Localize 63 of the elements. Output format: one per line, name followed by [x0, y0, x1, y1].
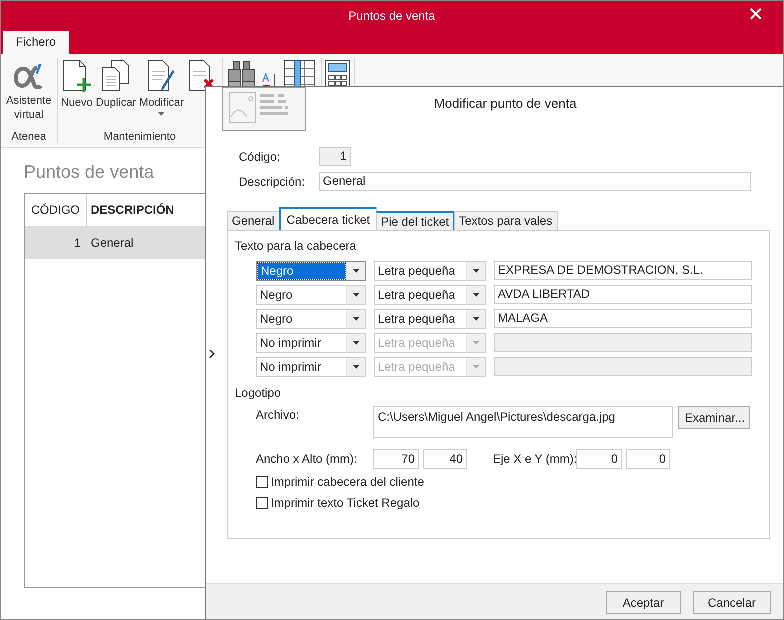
caret-icon — [472, 365, 480, 369]
table-cell-text: General — [90, 236, 134, 250]
dialog-title: Modificar punto de venta — [433, 96, 578, 113]
text-field[interactable]: EXPRESA DE DEMOSTRACION, S.L. — [494, 261, 752, 280]
ink-dropdown[interactable]: Negro — [256, 309, 366, 329]
group-label: Mantenimiento — [104, 131, 176, 143]
table-cell-text: 1 — [73, 236, 82, 250]
close-icon[interactable] — [749, 7, 763, 21]
section-label: Logotipo — [235, 386, 282, 402]
window-title: Puntos de venta — [348, 9, 436, 23]
checkbox-label: Imprimir cabecera del cliente — [271, 474, 424, 488]
caret-icon — [352, 269, 360, 273]
text-field[interactable] — [494, 357, 752, 376]
field-label: Archivo: — [256, 407, 300, 424]
checkbox[interactable] — [256, 496, 268, 508]
caret-icon — [352, 365, 360, 369]
height-field[interactable]: 40 — [423, 449, 467, 469]
ribbon-tab[interactable]: Fichero — [3, 30, 69, 54]
file-path-field[interactable]: C:\Users\Miguel Angel\Pictures\descarga.jpg — [373, 406, 673, 438]
dialog-button[interactable]: Cancelar — [693, 591, 771, 614]
chevron-icon[interactable] — [209, 350, 215, 358]
browse-button[interactable]: Examinar... — [678, 406, 750, 429]
caret-icon — [472, 269, 480, 273]
ribbon-button[interactable]: Duplicar — [96, 58, 136, 131]
size-dropdown[interactable]: Letra pequeña — [374, 309, 486, 329]
tab[interactable]: Cabecera ticket — [278, 207, 378, 230]
checkbox[interactable] — [256, 476, 268, 488]
tab[interactable]: General — [227, 211, 280, 230]
caret-icon — [352, 317, 360, 321]
group-label: Atenea — [12, 131, 46, 143]
x-field[interactable]: 0 — [576, 449, 622, 469]
text-field[interactable] — [494, 333, 752, 352]
size-dropdown[interactable]: Letra pequeña — [374, 285, 486, 305]
description-field[interactable]: General — [319, 172, 751, 191]
caret-icon — [472, 317, 480, 321]
checkbox-label: Imprimir texto Ticket Regalo — [271, 496, 420, 510]
field-label: Descripción: — [238, 174, 306, 188]
section-label: Texto para la cabecera — [235, 239, 358, 255]
field-label: Ancho x Alto (mm): — [256, 452, 358, 466]
ribbon-button[interactable]: Nuevo — [61, 58, 93, 131]
tab[interactable]: Pie del ticket — [376, 211, 456, 230]
ribbon-button[interactable]: Modificar — [139, 58, 184, 131]
duplicate-icon — [100, 60, 132, 94]
width-field[interactable]: 70 — [373, 449, 419, 469]
caret-icon — [472, 341, 480, 345]
ink-dropdown[interactable]: Negro — [256, 261, 366, 281]
caret-icon — [352, 341, 360, 345]
page-title: Puntos de venta — [24, 162, 154, 184]
code-field: 1 — [319, 147, 351, 166]
y-field[interactable]: 0 — [626, 449, 670, 469]
caret-icon — [352, 293, 360, 297]
text-field[interactable]: AVDA LIBERTAD — [494, 285, 752, 304]
dialog-button[interactable]: Aceptar — [606, 591, 681, 614]
new-document-icon — [61, 60, 93, 94]
field-label: Código: — [238, 150, 282, 164]
column-header[interactable]: DESCRIPCIÓN — [87, 203, 174, 217]
text-field[interactable]: MALAGA — [494, 309, 752, 328]
table-row[interactable]: 1 General — [25, 226, 205, 259]
tab[interactable]: Textos para vales — [454, 211, 558, 230]
caret-icon — [472, 293, 480, 297]
ribbon-button[interactable]: Asistente virtual — [4, 58, 54, 131]
size-dropdown[interactable]: Letra pequeña — [374, 261, 486, 281]
ink-dropdown[interactable]: Negro — [256, 285, 366, 305]
